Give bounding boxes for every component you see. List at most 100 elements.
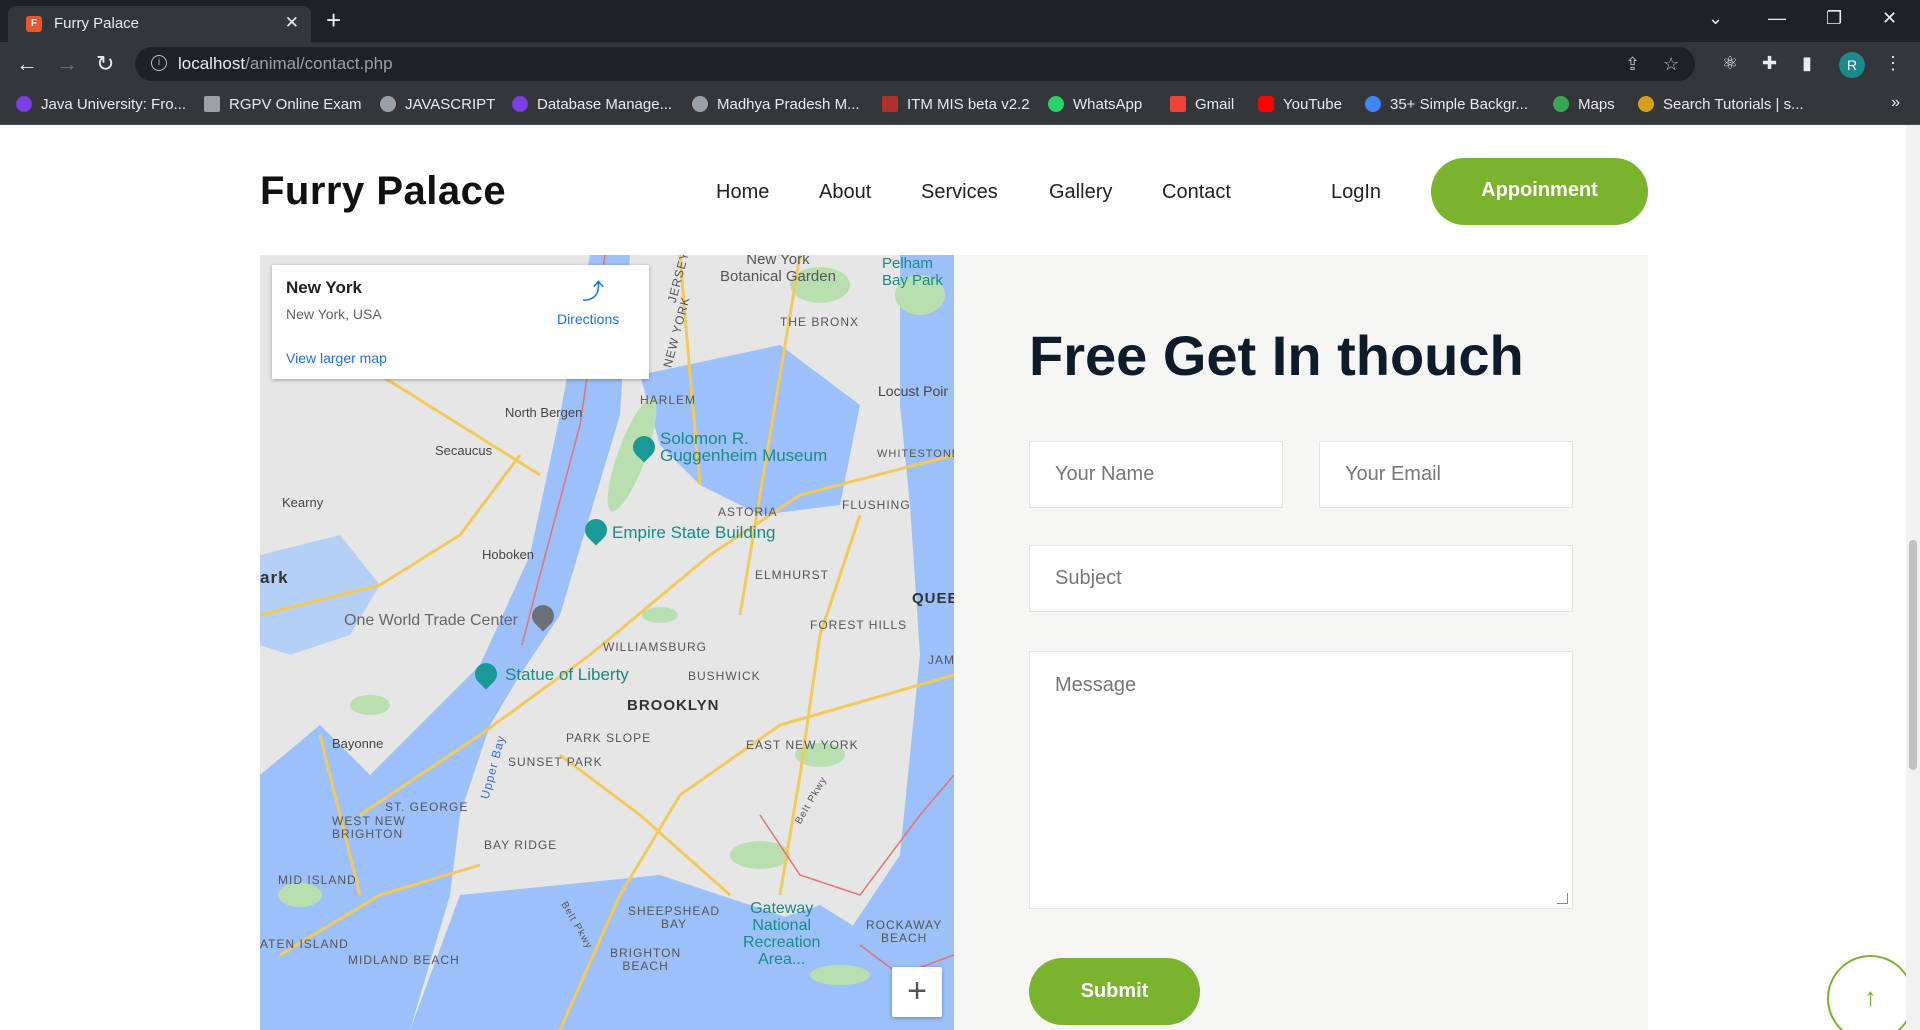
page-scrollbar[interactable] bbox=[1906, 125, 1920, 1030]
itm-icon bbox=[882, 96, 898, 112]
map-label-sunset-park: SUNSET PARK bbox=[508, 755, 603, 769]
map-label-gateway: Gateway National Recreation Area... bbox=[743, 900, 821, 968]
map-label-harlem: HARLEM bbox=[640, 393, 697, 407]
map-label-staten-island: ATEN ISLAND bbox=[260, 937, 349, 951]
map-label-kearny: Kearny bbox=[282, 495, 324, 510]
react-devtools-icon[interactable]: ⚛ bbox=[1722, 53, 1738, 74]
gmail-icon bbox=[1170, 96, 1186, 112]
map-label-west-new-brighton: WEST NEW BRIGHTON bbox=[332, 814, 406, 841]
map-label-east-new-york: EAST NEW YORK bbox=[746, 738, 859, 752]
page-content: Furry Palace Home About Services Gallery… bbox=[0, 125, 1920, 1030]
nav-home[interactable]: Home bbox=[716, 181, 769, 204]
resize-handle-icon[interactable] bbox=[1557, 893, 1568, 904]
address-bar[interactable]: i localhost/animal/contact.php ⇪ ☆ bbox=[135, 47, 1695, 81]
new-tab-button[interactable]: + bbox=[326, 6, 341, 34]
map-label-jam: JAM bbox=[928, 653, 954, 667]
contact-form-panel: Free Get In thouch Submit bbox=[954, 255, 1648, 1030]
directions-link[interactable]: Directions bbox=[557, 311, 619, 327]
subject-input[interactable] bbox=[1030, 546, 1572, 611]
login-link[interactable]: LogIn bbox=[1331, 181, 1381, 204]
map-label-sheepshead: SHEEPSHEAD BAY bbox=[628, 904, 721, 931]
name-field[interactable] bbox=[1029, 441, 1283, 508]
close-tab-icon[interactable]: ✕ bbox=[285, 13, 299, 33]
directions-icon[interactable]: ⤴ bbox=[582, 281, 604, 303]
embedded-map[interactable]: North Bergen Secaucus Kearny Hoboken ark… bbox=[260, 255, 954, 1030]
map-label-astoria: ASTORIA bbox=[718, 505, 778, 519]
side-panel-icon[interactable]: ▮ bbox=[1802, 53, 1812, 74]
bookmark-item[interactable]: 35+ Simple Backgr... bbox=[1365, 96, 1528, 116]
tab-search-icon[interactable]: ⌄ bbox=[1708, 8, 1723, 29]
map-label-queens: QUEE bbox=[912, 590, 954, 607]
email-input[interactable] bbox=[1320, 442, 1572, 507]
nav-contact[interactable]: Contact bbox=[1162, 181, 1231, 204]
map-label-statue: Statue of Liberty bbox=[505, 665, 629, 684]
map-label-mid-island: MID ISLAND bbox=[278, 873, 357, 887]
globe-icon bbox=[380, 96, 396, 112]
map-label-williamsburg: WILLIAMSBURG bbox=[603, 640, 708, 654]
scrollbar-thumb[interactable] bbox=[1909, 540, 1917, 770]
map-label-brighton: BRIGHTON BEACH bbox=[610, 946, 682, 973]
bookmark-item[interactable]: Gmail bbox=[1170, 96, 1234, 116]
reload-icon[interactable]: ↻ bbox=[96, 51, 114, 77]
map-label-park: ark bbox=[260, 568, 289, 587]
bookmark-item[interactable]: Java University: Fro... bbox=[16, 96, 186, 116]
minimize-button[interactable]: — bbox=[1768, 8, 1786, 29]
bookmark-item[interactable]: Search Tutorials | s... bbox=[1638, 96, 1804, 116]
share-icon[interactable]: ⇪ bbox=[1625, 54, 1640, 75]
map-label-one-wtc: One World Trade Center bbox=[344, 612, 519, 629]
back-icon[interactable]: ← bbox=[16, 51, 38, 77]
view-larger-map-link[interactable]: View larger map bbox=[286, 350, 387, 366]
submit-button[interactable]: Submit bbox=[1029, 958, 1200, 1025]
extensions-icon[interactable]: ✚ bbox=[1762, 53, 1777, 74]
map-label-bay-ridge: BAY RIDGE bbox=[484, 838, 558, 852]
menu-dots-icon[interactable]: ⋮ bbox=[1884, 53, 1902, 74]
more-bookmarks-icon[interactable]: » bbox=[1891, 94, 1900, 112]
browser-tab[interactable]: F Furry Palace ✕ bbox=[8, 6, 311, 42]
bookmark-item[interactable]: Database Manage... bbox=[512, 96, 672, 116]
map-label-brooklyn: BROOKLYN bbox=[627, 697, 720, 714]
email-field[interactable] bbox=[1319, 441, 1573, 508]
map-label-whitestone: WHITESTONE bbox=[877, 448, 954, 460]
zoom-in-button[interactable]: + bbox=[892, 967, 942, 1017]
forward-icon[interactable]: → bbox=[56, 51, 78, 77]
map-label-st-george: ST. GEORGE bbox=[385, 800, 469, 814]
url-text[interactable]: localhost/animal/contact.php bbox=[178, 54, 393, 74]
message-field[interactable] bbox=[1029, 651, 1573, 909]
bookmark-item[interactable]: RGPV Online Exam bbox=[204, 96, 362, 116]
profile-avatar[interactable]: R bbox=[1839, 52, 1865, 78]
purple-circle-icon bbox=[512, 96, 528, 112]
site-favicon-icon: F bbox=[26, 16, 42, 32]
restore-button[interactable]: ❐ bbox=[1826, 8, 1842, 29]
map-label-flushing: FLUSHING bbox=[842, 498, 911, 512]
bookmark-item[interactable]: YouTube bbox=[1258, 96, 1342, 116]
nav-gallery[interactable]: Gallery bbox=[1049, 181, 1112, 204]
map-label-secaucus: Secaucus bbox=[435, 443, 493, 458]
globe-icon bbox=[692, 96, 708, 112]
monitor-icon bbox=[204, 96, 220, 112]
site-info-icon[interactable]: i bbox=[151, 55, 167, 71]
close-window-button[interactable]: ✕ bbox=[1882, 8, 1897, 29]
map-label-empire: Empire State Building bbox=[612, 523, 776, 542]
map-label-guggenheim: Solomon R. Guggenheim Museum bbox=[660, 429, 828, 465]
bookmark-item[interactable]: JAVASCRIPT bbox=[380, 96, 495, 116]
site-logo[interactable]: Furry Palace bbox=[260, 169, 506, 214]
nav-services[interactable]: Services bbox=[921, 181, 998, 204]
map-label-north-bergen: North Bergen bbox=[505, 405, 583, 420]
purple-circle-icon bbox=[16, 96, 32, 112]
back-to-top-button[interactable]: ↑ bbox=[1827, 955, 1914, 1030]
name-input[interactable] bbox=[1030, 442, 1282, 507]
bookmark-item[interactable]: Madhya Pradesh M... bbox=[692, 96, 860, 116]
bookmarks-bar: Java University: Fro... RGPV Online Exam… bbox=[0, 88, 1920, 125]
maps-icon bbox=[1553, 96, 1569, 112]
subject-field[interactable] bbox=[1029, 545, 1573, 612]
appointment-button[interactable]: Appoinment bbox=[1431, 158, 1648, 225]
bookmark-star-icon[interactable]: ☆ bbox=[1663, 54, 1679, 75]
bookmark-item[interactable]: WhatsApp bbox=[1048, 96, 1142, 116]
bookmark-item[interactable]: ITM MIS beta v2.2 bbox=[882, 96, 1030, 116]
place-subtitle: New York, USA bbox=[286, 306, 382, 322]
arrow-up-icon: ↑ bbox=[1864, 982, 1877, 1012]
nav-about[interactable]: About bbox=[819, 181, 871, 204]
message-textarea[interactable] bbox=[1030, 652, 1572, 908]
map-label-locust: Locust Poir bbox=[878, 383, 949, 399]
bookmark-item[interactable]: Maps bbox=[1553, 96, 1615, 116]
